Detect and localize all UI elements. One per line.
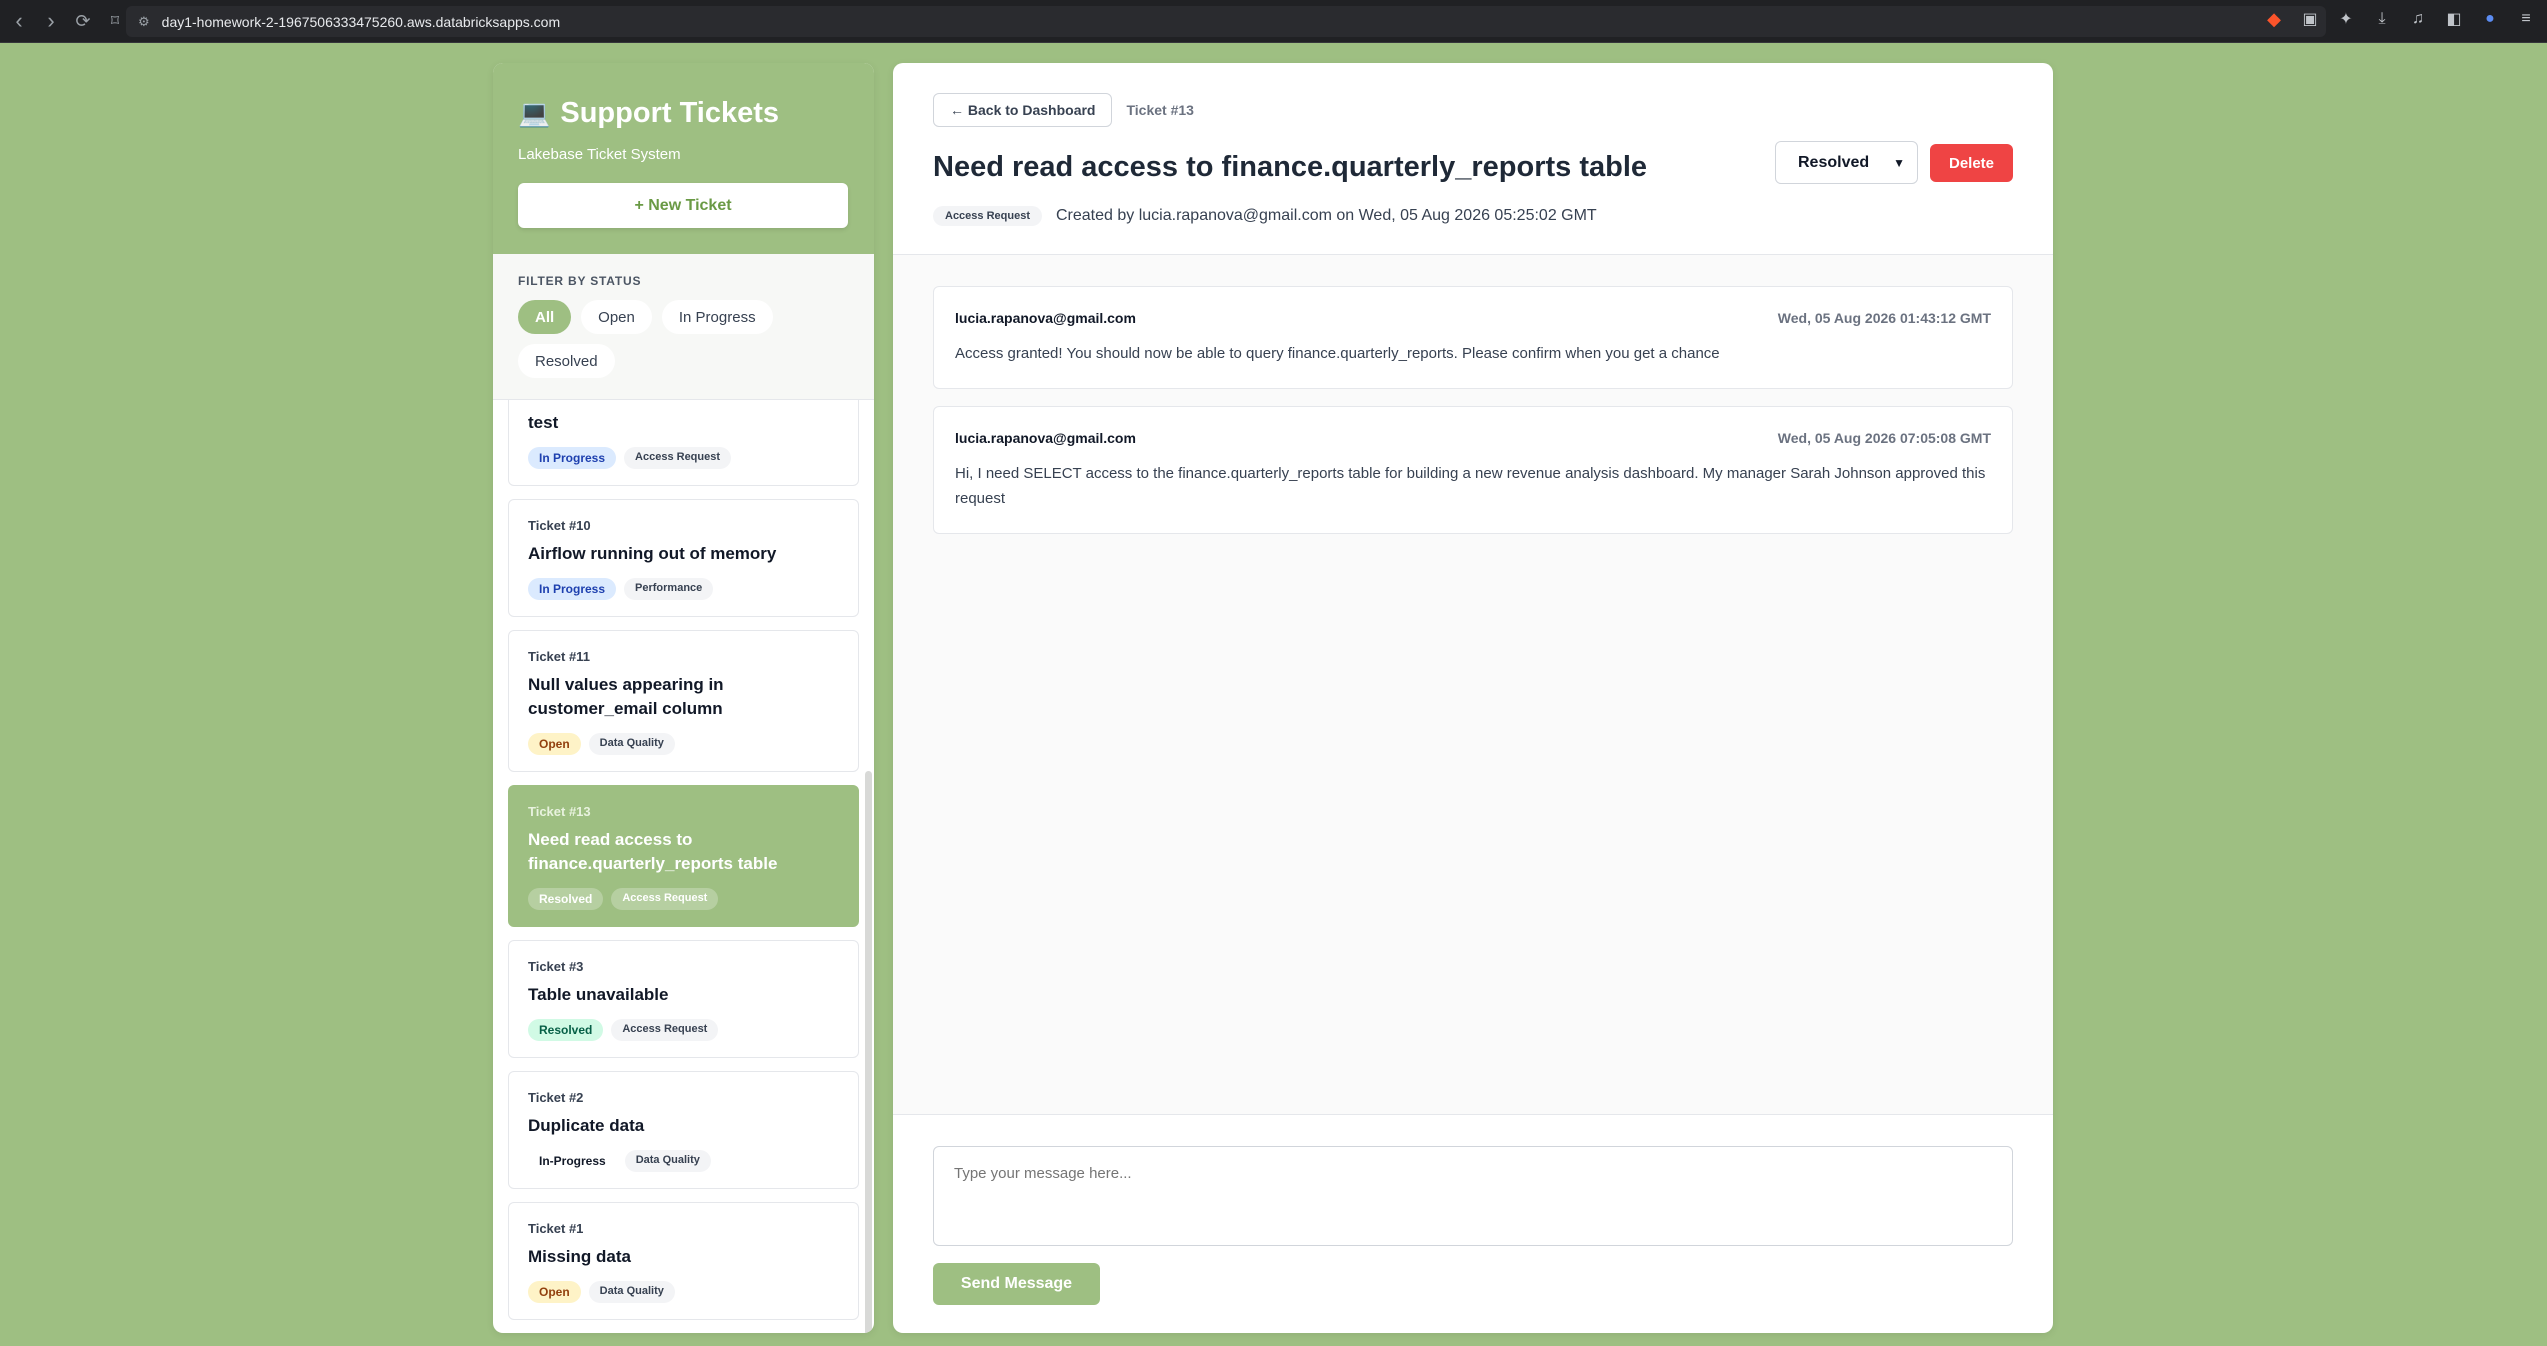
chevron-down-icon: ▼: [1893, 155, 1905, 170]
delete-button[interactable]: Delete: [1930, 144, 2013, 182]
brave-shield-icon[interactable]: ◆: [2263, 8, 2285, 30]
category-badge: Access Request: [624, 447, 732, 469]
bookmark-icon[interactable]: ⌑: [102, 8, 128, 34]
ticket-detail-panel: ← Back to Dashboard Ticket #13 Need read…: [893, 63, 2053, 1333]
back-to-dashboard-button[interactable]: ← Back to Dashboard: [933, 93, 1113, 127]
reload-icon[interactable]: ⟳: [70, 8, 96, 34]
ticket-id: Ticket #1: [528, 1221, 584, 1236]
message-composer: Send Message: [893, 1115, 2053, 1333]
ticket-title: Null values appearing in customer_email …: [528, 675, 724, 718]
ticket-card[interactable]: test In Progress Access Request: [508, 400, 859, 486]
filter-in-progress[interactable]: In Progress: [661, 300, 773, 334]
ticket-id: Ticket #3: [528, 959, 584, 974]
category-badge: Performance: [624, 578, 714, 600]
ticket-id: Ticket #10: [528, 518, 591, 533]
status-badge: In-Progress: [539, 1154, 606, 1168]
filter-all[interactable]: All: [518, 300, 572, 334]
forward-arrow-icon[interactable]: ›: [38, 8, 64, 34]
category-badge: Access Request: [611, 1019, 719, 1041]
detail-header: ← Back to Dashboard Ticket #13 Need read…: [893, 63, 2053, 255]
ticket-card[interactable]: Ticket #11 Null values appearing in cust…: [508, 630, 859, 772]
filter-chips: All Open In Progress Resolved: [518, 300, 818, 378]
category-badge: Data Quality: [588, 733, 675, 755]
status-filter: FILTER BY STATUS All Open In Progress Re…: [493, 254, 874, 400]
ticket-ref: Ticket #13: [1126, 102, 1194, 118]
ticket-id: Ticket #13: [528, 804, 591, 819]
status-select[interactable]: Resolved ▼: [1775, 141, 1918, 184]
status-badge: Resolved: [528, 888, 604, 910]
ticket-card[interactable]: Ticket #3 Table unavailable Resolved Acc…: [508, 940, 859, 1058]
message-author: lucia.rapanova@gmail.com: [955, 310, 1136, 326]
ticket-id: Ticket #2: [528, 1090, 584, 1105]
back-arrow-icon[interactable]: ‹: [6, 8, 32, 34]
category-badge: Data Quality: [624, 1150, 711, 1172]
status-badge: In Progress: [528, 578, 617, 600]
ticket-title: Duplicate data: [528, 1116, 645, 1135]
wallet-icon[interactable]: ▣: [2299, 8, 2321, 30]
ticket-id: Ticket #11: [528, 649, 590, 664]
message-timestamp: Wed, 05 Aug 2026 01:43:12 GMT: [1777, 310, 1991, 326]
message-input[interactable]: [933, 1146, 2013, 1246]
message-timestamp: Wed, 05 Aug 2026 07:05:08 GMT: [1777, 430, 1991, 446]
status-badge: Resolved: [528, 1019, 604, 1041]
music-icon[interactable]: ♫: [2407, 8, 2429, 30]
extensions-icon[interactable]: ✦: [2335, 8, 2357, 30]
category-badge: Data Quality: [588, 1281, 675, 1303]
browser-toolbar: ‹ › ⟳ ⌑ ⚙ day1-homework-2-19675063334752…: [0, 0, 2547, 43]
ticket-card[interactable]: Ticket #1 Missing data Open Data Quality: [508, 1202, 859, 1320]
filter-label: FILTER BY STATUS: [518, 274, 642, 288]
ticket-sidebar: 💻 Support Tickets Lakebase Ticket System…: [493, 63, 874, 1333]
ticket-card[interactable]: Ticket #10 Airflow running out of memory…: [508, 499, 859, 617]
ticket-title: Table unavailable: [528, 985, 669, 1004]
message-author: lucia.rapanova@gmail.com: [955, 430, 1136, 446]
address-bar[interactable]: ⚙ day1-homework-2-1967506333475260.aws.d…: [126, 6, 2326, 37]
category-badge: Access Request: [611, 888, 719, 910]
status-select-value: Resolved: [1798, 153, 1870, 171]
ticket-title: test: [528, 413, 559, 432]
status-badge: Open: [528, 733, 581, 755]
send-message-button[interactable]: Send Message: [933, 1263, 1100, 1305]
profile-icon[interactable]: ●: [2479, 8, 2501, 30]
message-item: lucia.rapanova@gmail.com Wed, 05 Aug 202…: [933, 406, 2013, 534]
new-ticket-button[interactable]: + New Ticket: [518, 183, 848, 228]
ticket-title: Need read access to finance.quarterly_re…: [528, 830, 778, 873]
ticket-list: test In Progress Access Request Ticket #…: [493, 400, 874, 1333]
app-title: 💻 Support Tickets: [518, 97, 849, 130]
ticket-title: Missing data: [528, 1247, 631, 1266]
filter-resolved[interactable]: Resolved: [518, 344, 615, 378]
laptop-icon: 💻: [518, 98, 551, 128]
app-subtitle: Lakebase Ticket System: [518, 146, 681, 163]
created-by-text: Created by lucia.rapanova@gmail.com on W…: [1056, 207, 1597, 224]
ticket-card[interactable]: Ticket #2 Duplicate data In-Progress Dat…: [508, 1071, 859, 1189]
sidebar-toggle-icon[interactable]: ◧: [2443, 8, 2465, 30]
status-badge: Open: [528, 1281, 581, 1303]
site-info-icon[interactable]: ⚙: [138, 14, 150, 30]
browser-extensions: ◆ ▣ ✦ ⤓ ♫ ◧ ● ≡: [2263, 8, 2537, 30]
category-badge: Access Request: [933, 206, 1042, 226]
message-body: Hi, I need SELECT access to the finance.…: [955, 465, 1986, 507]
filter-open[interactable]: Open: [581, 300, 652, 334]
message-body: Access granted! You should now be able t…: [955, 345, 1720, 362]
ticket-card-selected[interactable]: Ticket #13 Need read access to finance.q…: [508, 785, 859, 927]
status-badge: In Progress: [528, 447, 617, 469]
message-item: lucia.rapanova@gmail.com Wed, 05 Aug 202…: [933, 286, 2013, 389]
menu-icon[interactable]: ≡: [2515, 8, 2537, 30]
url-text: day1-homework-2-1967506333475260.aws.dat…: [161, 13, 561, 30]
sidebar-scrollbar[interactable]: [865, 771, 872, 1333]
ticket-title: Airflow running out of memory: [528, 544, 777, 563]
app-title-text: Support Tickets: [560, 97, 779, 129]
download-icon[interactable]: ⤓: [2371, 8, 2393, 30]
message-thread: lucia.rapanova@gmail.com Wed, 05 Aug 202…: [893, 255, 2053, 1115]
sidebar-header: 💻 Support Tickets Lakebase Ticket System…: [493, 63, 874, 254]
